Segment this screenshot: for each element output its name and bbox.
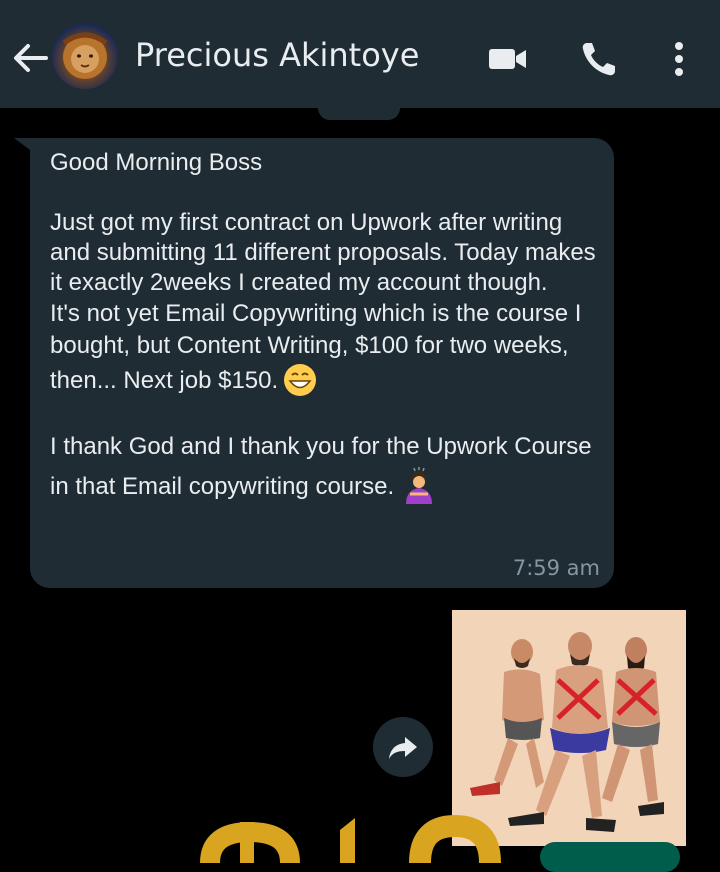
message-paragraph-2: It's not yet Email Copywriting which is …	[50, 298, 600, 398]
video-call-icon[interactable]	[486, 42, 530, 76]
message-text: Good Morning Boss Just got my first cont…	[50, 148, 600, 506]
message-timestamp: 7:59 am	[512, 556, 600, 580]
contact-name[interactable]: Precious Akintoye	[135, 36, 419, 74]
message-greeting: Good Morning Boss	[50, 149, 263, 176]
outgoing-message-bubble[interactable]	[540, 842, 680, 872]
message-paragraph-3: I thank God and I thank you for the Upwo…	[50, 428, 600, 506]
contact-avatar[interactable]	[52, 23, 118, 89]
date-chip	[318, 108, 400, 120]
voice-call-icon[interactable]	[578, 38, 620, 80]
forward-arrow-icon	[389, 737, 417, 759]
person-bowing-emoji	[406, 467, 433, 504]
back-arrow-icon[interactable]	[10, 40, 50, 76]
more-options-icon[interactable]	[664, 38, 694, 80]
grinning-face-emoji	[284, 364, 317, 396]
forward-button[interactable]	[373, 717, 433, 777]
message-paragraph-1: Just got my first contract on Upwork aft…	[50, 209, 596, 296]
photo-thumbnail[interactable]	[452, 610, 686, 846]
chat-header: Precious Akintoye	[0, 0, 720, 108]
next-image-preview	[200, 814, 501, 863]
